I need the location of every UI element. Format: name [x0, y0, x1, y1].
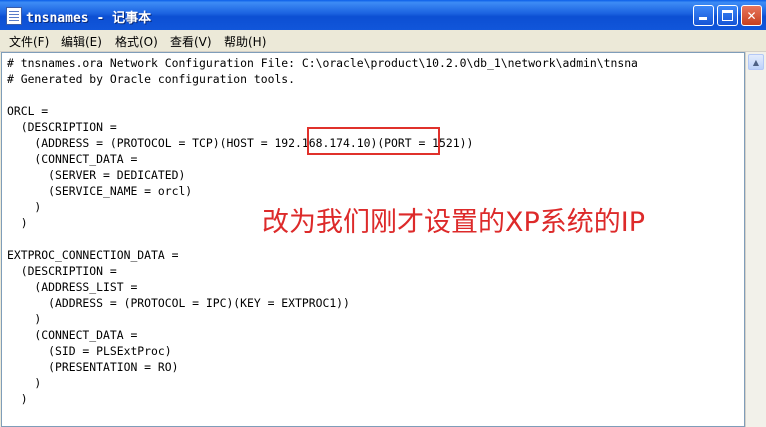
maximize-icon [722, 10, 733, 21]
annotation-text: 改为我们刚才设置的XP系统的IP [262, 207, 646, 238]
ip-highlight-box [307, 127, 440, 155]
menu-help[interactable]: 帮助(H) [224, 33, 266, 50]
menu-edit[interactable]: 编辑(E) [61, 33, 102, 50]
window-title: tnsnames - 记事本 [26, 11, 152, 26]
text-editor[interactable]: # tnsnames.ora Network Configuration Fil… [1, 52, 745, 427]
minimize-icon [699, 17, 707, 20]
close-button[interactable]: ✕ [741, 5, 762, 26]
notepad-window: tnsnames - 记事本 ✕ 文件(F) 编辑(E) 格式(O) 查看(V)… [0, 0, 766, 427]
maximize-button[interactable] [717, 5, 738, 26]
menu-bar: 文件(F) 编辑(E) 格式(O) 查看(V) 帮助(H) [0, 30, 766, 52]
notepad-icon [6, 7, 22, 25]
menu-format[interactable]: 格式(O) [115, 33, 158, 50]
minimize-button[interactable] [693, 5, 714, 26]
title-bar[interactable]: tnsnames - 记事本 ✕ [0, 0, 766, 30]
vertical-scrollbar[interactable]: ▲ [745, 52, 766, 427]
scroll-up-button[interactable]: ▲ [748, 54, 764, 70]
menu-file[interactable]: 文件(F) [9, 33, 49, 50]
menu-view[interactable]: 查看(V) [170, 33, 212, 50]
